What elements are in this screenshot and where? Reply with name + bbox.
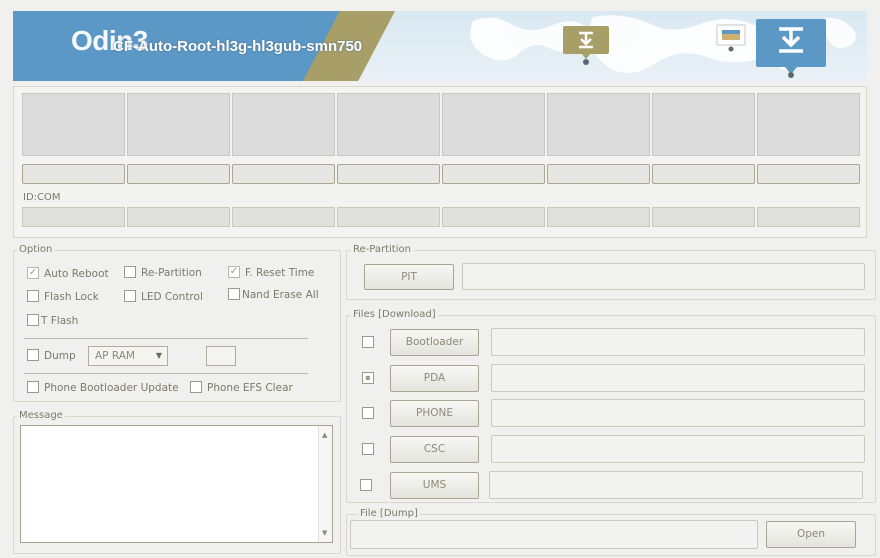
progress-bar-4 bbox=[337, 164, 440, 184]
ums-file-path-field[interactable] bbox=[489, 471, 863, 499]
com-port-6 bbox=[547, 207, 650, 227]
ums-button[interactable]: UMS bbox=[390, 472, 479, 499]
pda-checkbox[interactable]: ▪ bbox=[362, 372, 374, 384]
option-group-title: Option bbox=[17, 244, 55, 255]
progress-bar-5 bbox=[442, 164, 545, 184]
firmware-subtitle: CF-Auto-Root-hl3g-hl3gub-smn750 bbox=[113, 38, 363, 55]
phone-checkbox[interactable] bbox=[362, 407, 374, 419]
com-port-1 bbox=[22, 207, 125, 227]
nand-erase-all-checkbox[interactable] bbox=[228, 288, 240, 300]
auto-reboot-checkbox[interactable]: ✓ bbox=[27, 267, 39, 279]
scroll-down-icon[interactable]: ▼ bbox=[322, 529, 327, 537]
progress-bar-6 bbox=[547, 164, 650, 184]
pda-button[interactable]: PDA bbox=[390, 365, 479, 392]
nand-erase-all-label: Nand Erase All bbox=[242, 289, 319, 301]
phone-file-path-field[interactable] bbox=[491, 399, 865, 427]
dump-address-field[interactable] bbox=[206, 346, 236, 366]
phone-button[interactable]: PHONE bbox=[390, 400, 479, 427]
scroll-up-icon[interactable]: ▲ bbox=[322, 431, 327, 439]
flash-lock-checkbox[interactable] bbox=[27, 290, 39, 302]
message-log-textarea[interactable]: ▲ ▼ bbox=[20, 425, 333, 543]
t-flash-checkbox[interactable] bbox=[27, 314, 39, 326]
led-control-checkbox[interactable] bbox=[124, 290, 136, 302]
open-button[interactable]: Open bbox=[766, 521, 856, 548]
csc-file-path-field[interactable] bbox=[491, 435, 865, 463]
bootloader-checkbox[interactable] bbox=[362, 336, 374, 348]
bootloader-button[interactable]: Bootloader bbox=[390, 329, 479, 356]
idcom-label: ID:COM bbox=[23, 192, 61, 203]
chevron-down-icon: ▼ bbox=[155, 351, 162, 360]
pda-file-path-field[interactable] bbox=[491, 364, 865, 392]
phone-bootloader-update-checkbox[interactable] bbox=[27, 381, 39, 393]
status-slot-4 bbox=[337, 93, 440, 156]
status-slot-7 bbox=[652, 93, 755, 156]
progress-bar-2 bbox=[127, 164, 230, 184]
files-download-group-title: Files [Download] bbox=[351, 309, 438, 320]
status-slot-5 bbox=[442, 93, 545, 156]
com-port-2 bbox=[127, 207, 230, 227]
progress-bar-3 bbox=[232, 164, 335, 184]
file-dump-group-title: File [Dump] bbox=[358, 508, 420, 519]
dump-type-select[interactable]: AP RAM ▼ bbox=[88, 346, 168, 366]
f-reset-time-checkbox[interactable]: ✓ bbox=[228, 266, 240, 278]
message-scrollbar[interactable]: ▲ ▼ bbox=[318, 426, 332, 542]
pit-button[interactable]: PIT bbox=[364, 264, 454, 290]
led-control-label: LED Control bbox=[141, 291, 203, 303]
phone-efs-clear-label: Phone EFS Clear bbox=[207, 382, 293, 394]
progress-bar-1 bbox=[22, 164, 125, 184]
re-partition-checkbox[interactable] bbox=[124, 266, 136, 278]
com-port-7 bbox=[652, 207, 755, 227]
com-port-5 bbox=[442, 207, 545, 227]
bootloader-file-path-field[interactable] bbox=[491, 328, 865, 356]
flash-lock-label: Flash Lock bbox=[44, 291, 99, 303]
status-slot-1 bbox=[22, 93, 125, 156]
com-port-3 bbox=[232, 207, 335, 227]
status-slot-3 bbox=[232, 93, 335, 156]
progress-bar-8 bbox=[757, 164, 860, 184]
device-status-panel: ID:COM bbox=[13, 86, 867, 238]
dump-label: Dump bbox=[44, 350, 76, 362]
pit-file-path-field[interactable] bbox=[462, 263, 865, 290]
ums-checkbox[interactable] bbox=[360, 479, 372, 491]
dump-checkbox[interactable] bbox=[27, 349, 39, 361]
progress-bar-7 bbox=[652, 164, 755, 184]
f-reset-time-label: F. Reset Time bbox=[245, 267, 315, 279]
status-slot-2 bbox=[127, 93, 230, 156]
com-port-8 bbox=[757, 207, 860, 227]
repartition-group-title: Re-Partition bbox=[351, 244, 413, 255]
phone-efs-clear-checkbox[interactable] bbox=[190, 381, 202, 393]
download-pin-icon-large bbox=[756, 19, 826, 78]
message-group-title: Message bbox=[17, 410, 65, 421]
option-divider-2 bbox=[24, 373, 308, 374]
status-slot-8 bbox=[757, 93, 860, 156]
status-slot-6 bbox=[547, 93, 650, 156]
re-partition-label: Re-Partition bbox=[141, 267, 202, 279]
world-map-graphic bbox=[470, 15, 856, 78]
option-divider-1 bbox=[24, 338, 308, 339]
csc-button[interactable]: CSC bbox=[390, 436, 479, 463]
phone-bootloader-update-label: Phone Bootloader Update bbox=[44, 382, 179, 394]
odin-banner: Odin3 CF-Auto-Root-hl3g-hl3gub-smn750 bbox=[13, 11, 867, 81]
auto-reboot-label: Auto Reboot bbox=[44, 268, 109, 280]
com-port-4 bbox=[337, 207, 440, 227]
csc-checkbox[interactable] bbox=[362, 443, 374, 455]
t-flash-label: T Flash bbox=[41, 315, 79, 327]
dump-type-value: AP RAM bbox=[95, 350, 135, 362]
dump-file-path-field[interactable] bbox=[350, 520, 758, 549]
